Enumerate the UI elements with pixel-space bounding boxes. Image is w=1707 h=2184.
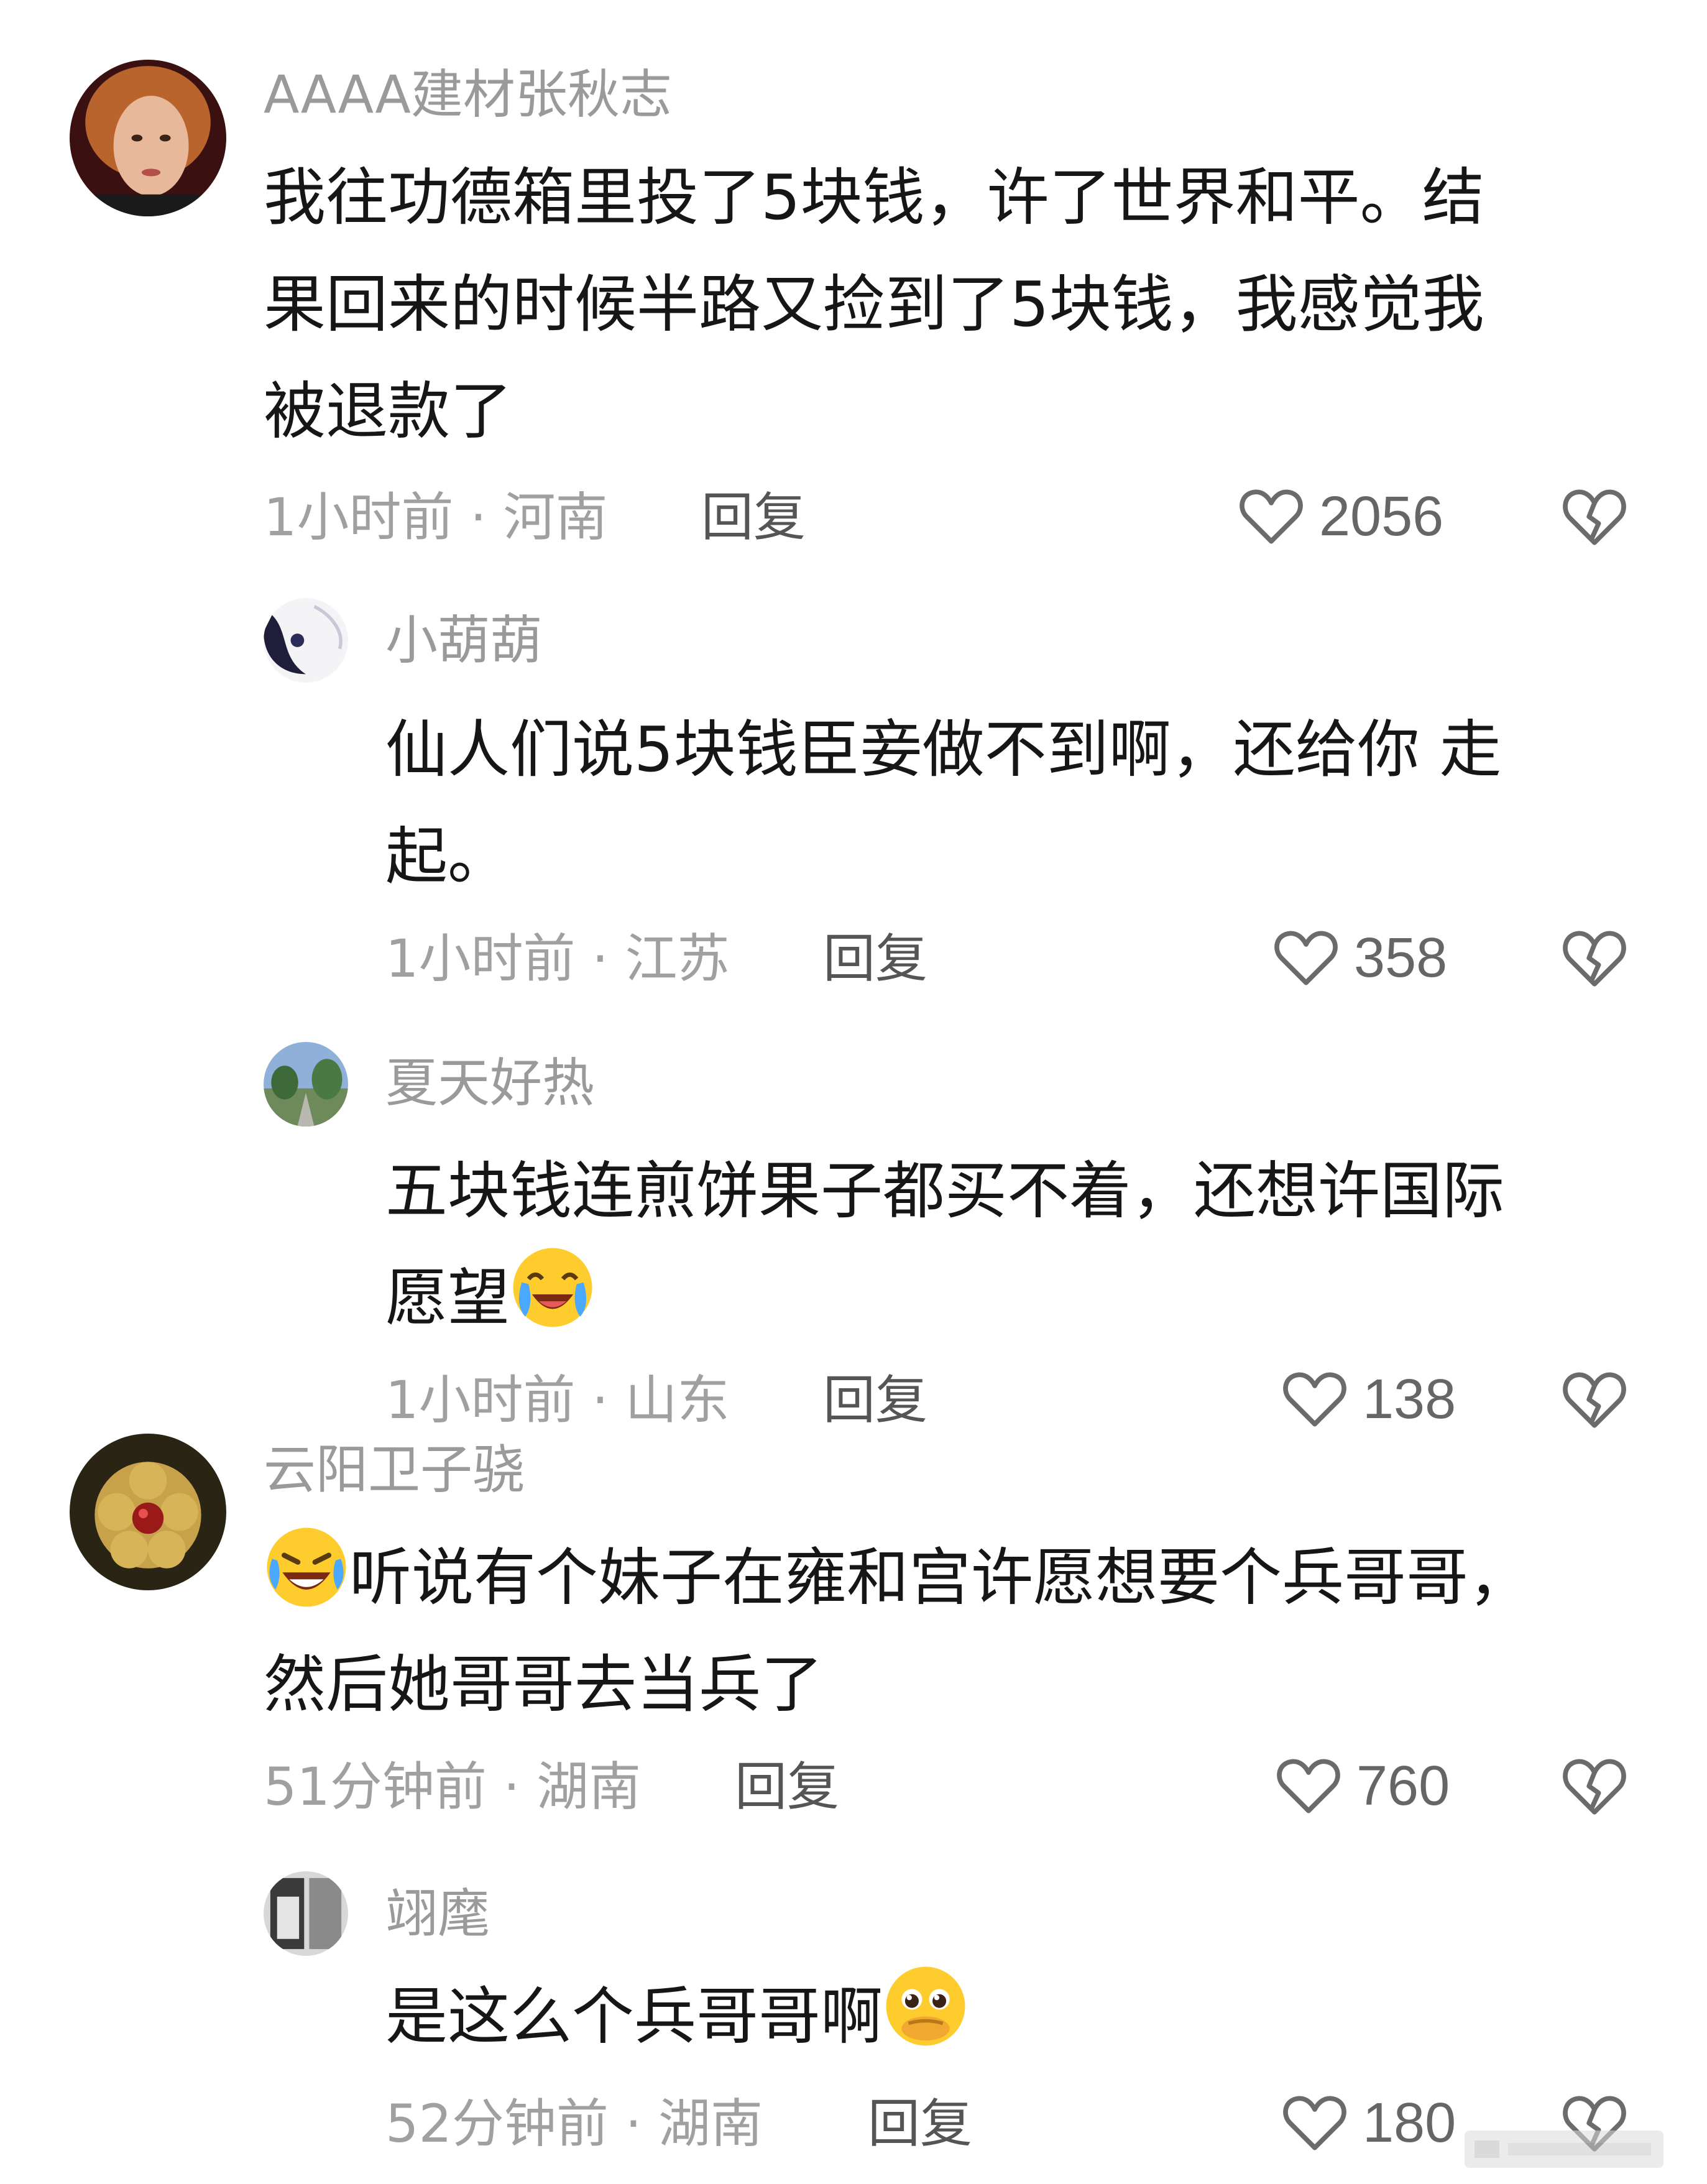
comment-text: 我往功德箱里投了5块钱，许了世界和平。结 果回来的时候半路又捡到了5块钱，我感觉… — [264, 144, 1484, 465]
broken-heart-icon — [1560, 924, 1629, 992]
avatar[interactable] — [264, 1042, 348, 1127]
heart-outline-icon — [1281, 1365, 1349, 1434]
comment-text-line: 被退款了 — [264, 375, 512, 448]
broken-heart-icon — [1560, 1365, 1629, 1434]
like-button[interactable]: 138 — [1281, 1365, 1456, 1434]
time-location: 51分钟前 · 湖南 — [264, 1756, 641, 1817]
reply-button[interactable]: 回复 — [868, 2098, 972, 2150]
comment-text-line: 我往功德箱里投了5块钱，许了世界和平。结 — [264, 161, 1484, 234]
like-button[interactable]: 760 — [1274, 1752, 1450, 1820]
comment-text-fragment: 是这么个兵哥哥啊 — [385, 1980, 883, 2053]
like-count: 358 — [1354, 927, 1448, 989]
comment-text-line: 愿望 — [385, 1245, 1504, 1352]
comment-text-line: 起。 — [385, 820, 510, 893]
like-count: 138 — [1363, 1368, 1456, 1431]
avatar[interactable] — [70, 60, 226, 216]
comment-text-line: 是这么个兵哥哥啊 — [385, 1963, 969, 2070]
username[interactable]: 小葫葫 — [385, 614, 542, 666]
comment-text: 五块钱连煎饼果子都买不着，还想许国际 愿望 — [385, 1138, 1504, 1352]
heart-outline-icon — [1237, 482, 1305, 551]
reply-button[interactable]: 回复 — [701, 491, 806, 543]
username[interactable]: 翊麾 — [385, 1887, 490, 1940]
comment-text-fragment: 愿望 — [385, 1261, 510, 1334]
like-button[interactable]: 2056 — [1237, 482, 1443, 551]
reply-button[interactable]: 回复 — [735, 1761, 839, 1813]
time-location: 1小时前 · 河南 — [264, 487, 608, 548]
username[interactable]: 夏天好热 — [385, 1057, 594, 1109]
comment-text-line: 仙人们说5块钱臣妾做不到啊，还给你 走 — [385, 713, 1502, 786]
comment-text-line: 果回来的时候半路又捡到了5块钱，我感觉我 — [264, 268, 1484, 341]
dislike-button[interactable] — [1560, 1752, 1629, 1820]
heart-outline-icon — [1272, 924, 1340, 992]
pleading-face-emoji-icon — [883, 1963, 969, 2049]
time-location: 1小时前 · 山东 — [385, 1370, 730, 1431]
time-location: 52分钟前 · 湖南 — [385, 2093, 763, 2154]
dislike-button[interactable] — [1560, 924, 1629, 992]
comment-text-line: 五块钱连煎饼果子都买不着，还想许国际 — [385, 1154, 1504, 1227]
comment-text-fragment: 听说有个妹子在雍和宫许愿想要个兵哥哥， — [349, 1541, 1530, 1614]
rolling-laughing-emoji-icon — [264, 1524, 349, 1610]
username[interactable]: 云阳卫子骁 — [264, 1444, 525, 1496]
comment-text-line: 然后她哥哥去当兵了 — [264, 1648, 823, 1721]
comment-text: 听说有个妹子在雍和宫许愿想要个兵哥哥， 然后她哥哥去当兵了 — [264, 1524, 1530, 1738]
avatar[interactable] — [70, 1434, 226, 1590]
dislike-button[interactable] — [1560, 482, 1629, 551]
like-count: 2056 — [1319, 486, 1444, 548]
dislike-button[interactable] — [1560, 1365, 1629, 1434]
reply-button[interactable]: 回复 — [823, 933, 927, 985]
avatar[interactable] — [264, 1871, 348, 1956]
avatar[interactable] — [264, 598, 348, 683]
heart-outline-icon — [1274, 1752, 1343, 1820]
comment-text: 仙人们说5块钱臣妾做不到啊，还给你 走 起。 — [385, 696, 1501, 910]
like-count: 180 — [1363, 2092, 1456, 2154]
like-button[interactable]: 180 — [1281, 2089, 1456, 2157]
comment-text: 是这么个兵哥哥啊 — [385, 1963, 969, 2070]
reply-button[interactable]: 回复 — [823, 1374, 927, 1426]
crying-laughing-emoji-icon — [510, 1245, 596, 1330]
watermark — [1465, 2124, 1663, 2174]
time-location: 1小时前 · 江苏 — [385, 928, 730, 989]
comment-text-line: 听说有个妹子在雍和宫许愿想要个兵哥哥， — [264, 1524, 1530, 1631]
username[interactable]: AAAA建材张秋志 — [264, 68, 672, 121]
like-count: 760 — [1356, 1755, 1450, 1817]
broken-heart-icon — [1560, 1752, 1629, 1820]
like-button[interactable]: 358 — [1272, 924, 1447, 992]
heart-outline-icon — [1281, 2089, 1349, 2157]
broken-heart-icon — [1560, 482, 1629, 551]
